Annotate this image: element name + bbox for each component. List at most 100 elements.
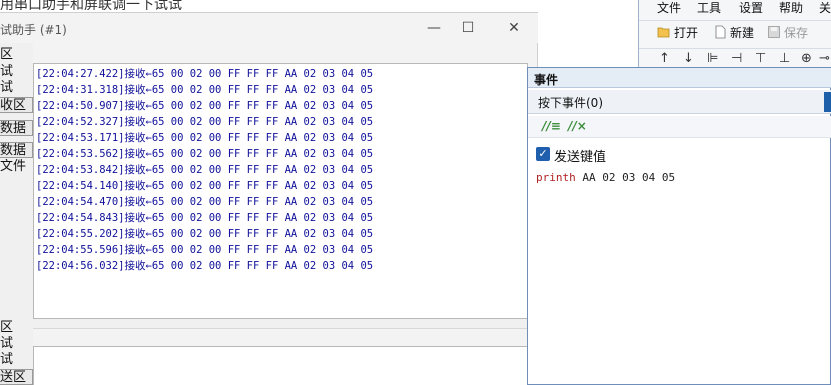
event-panel-header: 事件: [528, 68, 831, 88]
clear-receive-button[interactable]: 收区: [0, 97, 33, 113]
log-line: [22:04:53.562]接收←65 00 02 00 FF FF FF AA…: [36, 146, 525, 162]
log-hex-data: 65 00 02 00 FF FF FF AA 02 03 04 05: [151, 180, 374, 192]
event-tab-row: 按下事件(0): [528, 90, 831, 114]
log-direction: 接收←: [124, 180, 152, 192]
event-tab-press[interactable]: 按下事件(0): [538, 94, 603, 111]
file-option[interactable]: 文件: [0, 159, 33, 175]
log-hex-data: 65 00 02 00 FF FF FF AA 02 03 04 05: [151, 196, 374, 208]
log-direction: 接收←: [124, 148, 152, 160]
log-timestamp: [22:04:27.422]: [36, 68, 125, 80]
load-data-button[interactable]: 数据: [0, 142, 33, 158]
menu-bar: 文件 工具 设置 帮助 关: [639, 0, 831, 18]
log-timestamp: [22:04:53.842]: [36, 164, 125, 176]
log-direction: 接收←: [124, 228, 152, 240]
code-args: AA 02 03 04 05: [582, 171, 676, 184]
open-button[interactable]: 打开: [657, 25, 698, 43]
menu-tools[interactable]: 工具: [697, 0, 721, 16]
serial-assistant-window: 试助手 (#1) — ☐ ✕ 区 试 试 收区 数据 数据 文件 区 试 试 送…: [0, 12, 538, 385]
log-direction: 接收←: [124, 116, 152, 128]
send-key-value-label: 发送键值: [554, 150, 607, 165]
send-option-1[interactable]: 试: [0, 336, 33, 352]
log-timestamp: [22:04:55.202]: [36, 228, 125, 240]
send-input-area[interactable]: [33, 346, 528, 385]
log-timestamp: [22:04:50.907]: [36, 100, 125, 112]
new-file-icon: [715, 25, 726, 39]
log-direction: 接收←: [124, 164, 152, 176]
window-title: 试助手 (#1): [0, 23, 67, 37]
log-direction: 接收←: [124, 212, 152, 224]
clear-send-button[interactable]: 送区: [0, 369, 33, 385]
log-line: [22:04:27.422]接收←65 00 02 00 FF FF FF AA…: [36, 66, 525, 82]
new-button[interactable]: 新建: [713, 25, 754, 43]
comment-icon[interactable]: //≡: [542, 119, 561, 133]
log-line: [22:04:55.202]接收←65 00 02 00 FF FF FF AA…: [36, 226, 525, 242]
panel-splitter[interactable]: [33, 319, 528, 329]
align-bottom-icon[interactable]: ⊥: [779, 51, 790, 66]
menu-close[interactable]: 关: [819, 0, 831, 16]
move-up-icon[interactable]: ↑: [659, 51, 670, 66]
left-option-1[interactable]: 试: [0, 64, 33, 80]
log-hex-data: 65 00 02 00 FF FF FF AA 02 03 04 05: [151, 148, 374, 160]
log-hex-data: 65 00 02 00 FF FF FF AA 02 03 04 05: [151, 212, 374, 224]
event-toolbar: //≡ //×: [528, 116, 831, 138]
log-line: [22:04:52.327]接收←65 00 02 00 FF FF FF AA…: [36, 114, 525, 130]
log-direction: 接收←: [124, 244, 152, 256]
save-data-button[interactable]: 数据: [0, 120, 33, 136]
receive-area-label: 区: [0, 47, 14, 62]
distribute-icon[interactable]: ⊸: [819, 51, 830, 66]
maximize-button[interactable]: ☐: [453, 17, 483, 39]
log-direction: 接收←: [124, 68, 152, 80]
left-option-2[interactable]: 试: [0, 80, 33, 96]
event-panel: 事件 按下事件(0) //≡ //× ✓ 发送键值 printh AA 02 0…: [527, 67, 831, 385]
align-top-icon[interactable]: ⊤: [755, 51, 766, 66]
log-line: [22:04:53.171]接收←65 00 02 00 FF FF FF AA…: [36, 130, 525, 146]
log-hex-data: 65 00 02 00 FF FF FF AA 02 03 04 05: [151, 244, 374, 256]
open-label: 打开: [674, 26, 699, 40]
close-button[interactable]: ✕: [499, 17, 529, 39]
log-direction: 接收←: [124, 100, 152, 112]
event-side-button[interactable]: [824, 92, 831, 112]
log-timestamp: [22:04:55.596]: [36, 244, 125, 256]
log-line: [22:04:56.032]接收←65 00 02 00 FF FF FF AA…: [36, 258, 525, 274]
log-hex-data: 65 00 02 00 FF FF FF AA 02 03 04 05: [151, 164, 374, 176]
uncomment-icon[interactable]: //×: [568, 119, 587, 133]
event-panel-title: 事件: [534, 73, 559, 87]
align-right-icon[interactable]: ⊣: [731, 51, 742, 66]
main-app-window: 文件 工具 设置 帮助 关 打开 新建 保存 ↑ ↓ ⊫ ⊣ ⊤ ⊥ ⊕ ⊸: [638, 0, 831, 70]
move-down-icon[interactable]: ↓: [683, 51, 694, 66]
log-timestamp: [22:04:54.843]: [36, 212, 125, 224]
save-button[interactable]: 保存: [767, 25, 808, 43]
save-icon: [768, 26, 780, 38]
log-hex-data: 65 00 02 00 FF FF FF AA 02 03 04 05: [151, 100, 374, 112]
event-code-line[interactable]: printh AA 02 03 04 05: [536, 171, 675, 184]
log-hex-data: 65 00 02 00 FF FF FF AA 02 03 04 05: [151, 84, 374, 96]
log-direction: 接收←: [124, 132, 152, 144]
save-label: 保存: [784, 26, 809, 40]
code-keyword: printh: [536, 171, 576, 184]
document-title: 用串口助手和屏联调一下试试: [0, 0, 182, 10]
minimize-button[interactable]: —: [419, 17, 449, 39]
menu-help[interactable]: 帮助: [779, 0, 803, 16]
send-area-label: 区: [0, 320, 14, 335]
menu-file[interactable]: 文件: [657, 0, 681, 16]
log-direction: 接收←: [124, 260, 152, 272]
log-hex-data: 65 00 02 00 FF FF FF AA 02 03 04 05: [151, 260, 374, 272]
menu-settings[interactable]: 设置: [739, 0, 763, 16]
window-titlebar[interactable]: 试助手 (#1) — ☐ ✕: [0, 13, 538, 43]
checkbox-checked-icon[interactable]: ✓: [536, 147, 550, 161]
log-hex-data: 65 00 02 00 FF FF FF AA 02 03 04 05: [151, 228, 374, 240]
send-option-2[interactable]: 试: [0, 352, 33, 368]
align-left-icon[interactable]: ⊫: [707, 51, 718, 66]
log-hex-data: 65 00 02 00 FF FF FF AA 02 03 04 05: [151, 132, 374, 144]
log-line: [22:04:53.842]接收←65 00 02 00 FF FF FF AA…: [36, 162, 525, 178]
log-line: [22:04:55.596]接收←65 00 02 00 FF FF FF AA…: [36, 242, 525, 258]
log-line: [22:04:54.470]接收←65 00 02 00 FF FF FF AA…: [36, 194, 525, 210]
main-toolbar: 打开 新建 保存: [639, 20, 831, 44]
center-icon[interactable]: ⊕: [801, 51, 812, 66]
log-direction: 接收←: [124, 196, 152, 208]
new-label: 新建: [730, 26, 755, 40]
receive-log-area[interactable]: [22:04:27.422]接收←65 00 02 00 FF FF FF AA…: [33, 63, 528, 319]
log-hex-data: 65 00 02 00 FF FF FF AA 02 03 04 05: [151, 68, 374, 80]
log-timestamp: [22:04:54.140]: [36, 180, 125, 192]
log-line: [22:04:50.907]接收←65 00 02 00 FF FF FF AA…: [36, 98, 525, 114]
